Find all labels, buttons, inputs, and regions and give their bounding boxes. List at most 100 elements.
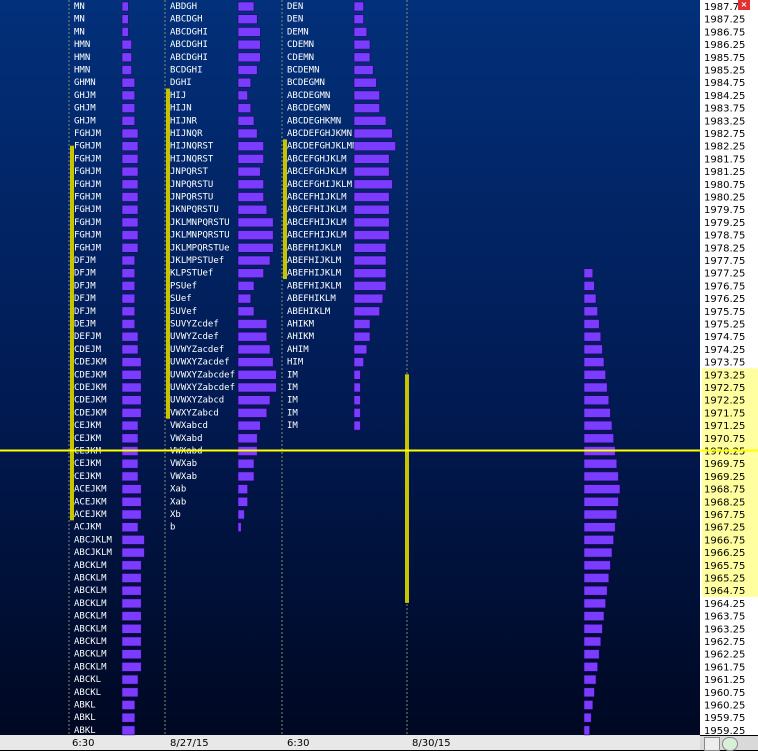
tpo-row: ABCDGH <box>170 15 203 25</box>
tpo-row: HIJ <box>170 91 186 101</box>
profile-bar <box>121 636 142 647</box>
profile-bar <box>583 611 605 621</box>
tpo-row: FGHJM <box>74 180 102 190</box>
tpo-row: IM <box>287 370 298 380</box>
price-tick-label: 1972.25 <box>704 396 745 407</box>
profile-bar <box>237 154 264 164</box>
profile-bar <box>353 268 387 279</box>
profile-bar <box>353 116 387 126</box>
price-tick-label: 1986.25 <box>704 40 745 51</box>
tpo-row: HIJN <box>170 104 192 114</box>
price-tick-label: 1981.75 <box>704 154 745 165</box>
price-tick-label: 1965.25 <box>704 574 745 585</box>
tpo-row: GHJM <box>74 104 96 114</box>
profile-bar <box>353 179 393 190</box>
tpo-row: DEJM <box>74 320 96 330</box>
tpo-row: FGHJM <box>74 167 102 177</box>
profile-bar <box>237 293 252 304</box>
tpo-row: ABKL <box>74 713 96 723</box>
profile-bar <box>121 14 129 24</box>
chart-canvas: MN MN MN HMN HMN HMN GHMN GHJM GHJM GHJM FGHJM FGHJ… <box>0 0 758 750</box>
profile-bar <box>583 382 608 393</box>
settings-icon[interactable] <box>704 737 720 751</box>
profile-bar <box>121 522 139 533</box>
tpo-row: MN <box>74 2 85 12</box>
price-tick-label: 1968.75 <box>704 485 745 496</box>
profile-bar <box>121 255 136 266</box>
tpo-row: UVWXYZabcd <box>170 396 224 406</box>
tpo-row: ABEFHIJKLM <box>287 243 342 253</box>
profile-bar <box>121 547 145 558</box>
tpo-row: HIJNQR <box>170 129 203 139</box>
tpo-row: HMN <box>74 66 90 76</box>
tpo-row: CEJKM <box>74 459 102 469</box>
profile-bar <box>353 344 368 355</box>
profile-bar <box>121 712 136 723</box>
profile-bar <box>121 52 132 63</box>
profile-bar <box>237 420 261 431</box>
tpo-row: IM <box>287 421 298 431</box>
price-tick-label: 1964.25 <box>704 599 745 610</box>
profile-bar <box>583 369 606 380</box>
profile-bar <box>583 560 611 571</box>
profile-bar <box>583 623 603 634</box>
profile-bar <box>353 408 361 418</box>
tpo-row: ABCKL <box>74 675 101 685</box>
date-axis-background <box>0 735 700 750</box>
profile-bar <box>353 52 371 63</box>
profile-bar <box>583 293 597 304</box>
tpo-row: UVWYZacdef <box>170 345 224 355</box>
price-tick-label: 1974.75 <box>704 332 745 343</box>
tpo-row: PSUef <box>170 281 197 291</box>
price-tick-label: 1979.75 <box>704 205 745 216</box>
profile-bar <box>121 192 139 202</box>
tpo-row: JKLMPQRSTUe <box>170 243 230 253</box>
tpo-row: GHJM <box>74 116 96 126</box>
profile-bar <box>583 357 605 367</box>
price-tick-label: 1971.75 <box>704 408 745 419</box>
tpo-row: SUVef <box>170 307 197 317</box>
profile-bar <box>583 509 618 520</box>
profile-bar <box>237 103 252 113</box>
profile-bar <box>121 725 136 736</box>
date-label: 6:30 <box>72 738 94 749</box>
price-tick-label: 1961.75 <box>704 662 745 673</box>
profile-bar <box>237 433 258 444</box>
profile-bar <box>237 217 274 228</box>
profile-bar <box>121 471 139 482</box>
tpo-row: ABCEFGHJKLM <box>287 167 347 177</box>
tpo-row: JNPQRSTU <box>170 180 213 190</box>
profile-bar <box>583 712 592 723</box>
tpo-row: ABCKLM <box>74 662 107 672</box>
close-icon[interactable]: × <box>738 0 750 10</box>
profile-bar <box>121 662 142 672</box>
tpo-row: UVWYZcdef <box>170 332 219 342</box>
profile-bar <box>237 471 255 482</box>
profile-bar <box>583 484 621 494</box>
tpo-row: ACEJKM <box>74 497 107 507</box>
refresh-icon[interactable] <box>722 737 738 751</box>
profile-bar <box>237 14 258 24</box>
profile-bar <box>237 27 261 37</box>
tpo-row: AHIM <box>287 345 309 355</box>
tpo-row: Xab <box>170 485 186 495</box>
price-tick-label: 1986.75 <box>704 27 745 38</box>
tpo-row: BCDEGMN <box>287 78 325 88</box>
profile-bar <box>353 281 387 291</box>
profile-bar <box>583 408 611 418</box>
price-tick-label: 1973.25 <box>704 370 745 381</box>
profile-bar <box>121 369 142 380</box>
profile-bar <box>121 420 139 431</box>
price-tick-label: 1961.25 <box>704 675 745 686</box>
tpo-row: VWXabcd <box>170 421 208 431</box>
profile-bar <box>353 217 390 228</box>
tpo-row: ACJKM <box>74 523 102 533</box>
profile-bar <box>353 154 390 164</box>
tpo-row: VWXab <box>170 472 197 482</box>
profile-bar <box>237 496 248 507</box>
price-tick-label: 1960.25 <box>704 701 745 712</box>
price-tick-label: 1971.25 <box>704 421 745 432</box>
profile-bar <box>583 420 613 431</box>
tpo-row: Xb <box>170 510 181 520</box>
profile-bar <box>121 573 142 583</box>
